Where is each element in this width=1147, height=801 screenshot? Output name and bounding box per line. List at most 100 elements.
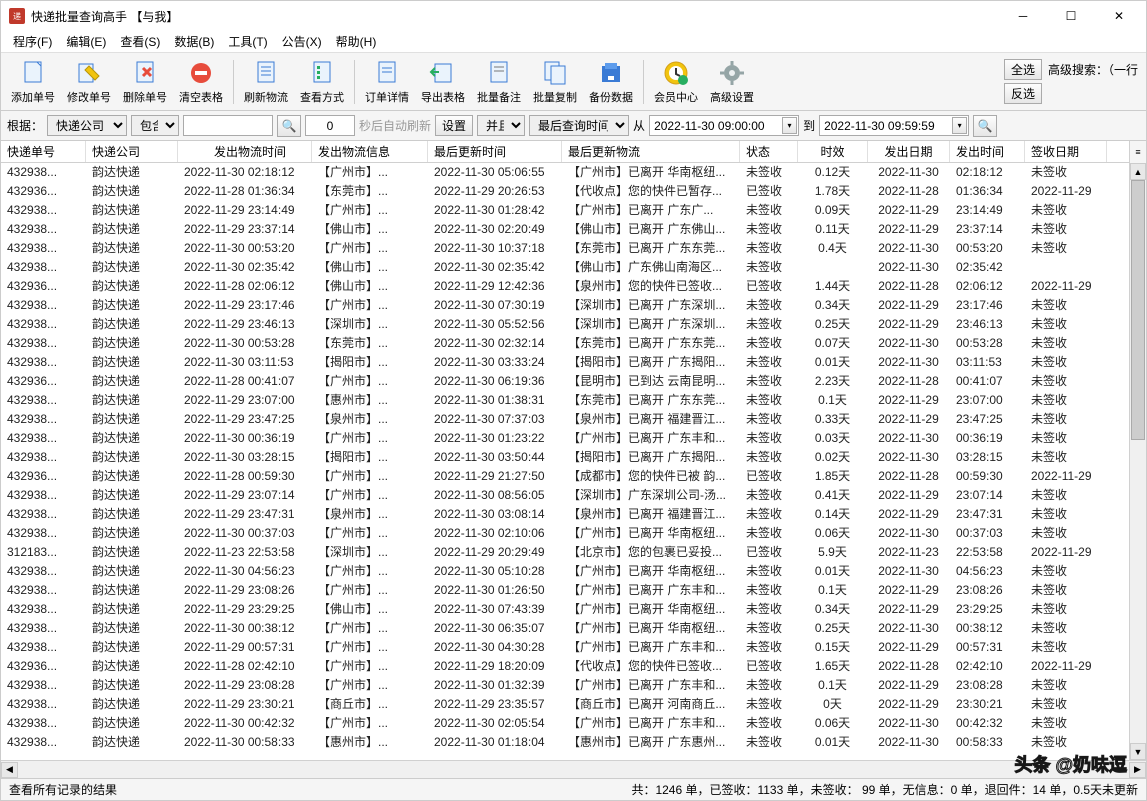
table-row[interactable]: 432936...韵达快递2022-11-28 02:06:12【佛山市】...… [1,277,1146,296]
table-row[interactable]: 432938...韵达快递2022-11-30 02:18:12【广州市】...… [1,163,1146,182]
column-header[interactable]: 快递公司 [86,141,178,162]
cell: 2022-11-30 05:10:28 [428,562,562,581]
table-row[interactable]: 432938...韵达快递2022-11-30 04:56:23【广州市】...… [1,562,1146,581]
cell: 02:42:10 [950,657,1025,676]
clear-button[interactable]: 清空表格 [173,56,229,108]
edit-button[interactable]: 修改单号 [61,56,117,108]
column-header[interactable]: 快递单号 [1,141,86,162]
scroll-right-icon[interactable]: ▶ [1129,762,1146,778]
match-combo[interactable]: 包含 [131,115,179,136]
search-input[interactable] [183,115,273,136]
from-date-input[interactable] [649,115,799,136]
cell: 未签收 [740,581,798,600]
cell: 2022-11-30 10:37:18 [428,239,562,258]
vip-button[interactable]: 会员中心 [648,56,704,108]
minimize-button[interactable]: ─ [1000,2,1046,30]
table-row[interactable]: 432938...韵达快递2022-11-30 00:42:32【广州市】...… [1,714,1146,733]
add-button[interactable]: 添加单号 [5,56,61,108]
menu-item[interactable]: 帮助(H) [330,32,383,51]
vertical-scrollbar[interactable]: ▲ ▼ [1129,163,1146,760]
table-row[interactable]: 432938...韵达快递2022-11-30 00:53:20【广州市】...… [1,239,1146,258]
table-row[interactable]: 432938...韵达快递2022-11-30 03:11:53【揭阳市】...… [1,353,1146,372]
table-row[interactable]: 432938...韵达快递2022-11-29 23:07:00【惠州市】...… [1,391,1146,410]
close-button[interactable]: ✕ [1096,2,1142,30]
settings-button[interactable]: 设置 [435,115,473,136]
to-date-input[interactable] [819,115,969,136]
chevron-down-icon[interactable]: ▾ [782,117,797,134]
refresh-button[interactable]: 刷新物流 [238,56,294,108]
and-combo[interactable]: 并且 [477,115,525,136]
cell: 韵达快递 [86,505,178,524]
scroll-left-icon[interactable]: ◀ [1,762,18,778]
filter-search-button[interactable]: 🔍 [973,115,997,137]
table-row[interactable]: 432936...韵达快递2022-11-28 00:41:07【广州市】...… [1,372,1146,391]
cell: 【广州市】已离开 华南枢纽... [562,524,740,543]
horizontal-scrollbar[interactable]: ◀ ▶ [1,760,1146,778]
table-row[interactable]: 432938...韵达快递2022-11-29 23:08:26【广州市】...… [1,581,1146,600]
table-row[interactable]: 432938...韵达快递2022-11-29 23:37:14【佛山市】...… [1,220,1146,239]
table-row[interactable]: 432936...韵达快递2022-11-28 02:42:10【广州市】...… [1,657,1146,676]
batchcopy-button[interactable]: 批量复制 [527,56,583,108]
cell: 韵达快递 [86,410,178,429]
menu-item[interactable]: 程序(F) [7,32,58,51]
invert-selection-button[interactable]: 反选 [1004,83,1042,104]
delete-button[interactable]: 删除单号 [117,56,173,108]
column-picker-icon[interactable]: ≡ [1129,141,1146,163]
menu-item[interactable]: 编辑(E) [60,32,112,51]
column-header[interactable]: 最后更新时间 [428,141,562,162]
table-row[interactable]: 432938...韵达快递2022-11-30 02:35:42【佛山市】...… [1,258,1146,277]
table-row[interactable]: 432938...韵达快递2022-11-29 23:07:14【广州市】...… [1,486,1146,505]
menu-item[interactable]: 公告(X) [276,32,328,51]
backup-button[interactable]: 备份数据 [583,56,639,108]
table-row[interactable]: 432938...韵达快递2022-11-29 23:46:13【深圳市】...… [1,315,1146,334]
cell: 2022-11-29 [868,315,950,334]
column-header[interactable]: 发出时间 [950,141,1025,162]
scroll-thumb[interactable] [1131,180,1145,440]
root-combo[interactable]: 快递公司 [47,115,127,136]
cell: 2022-11-30 [868,619,950,638]
table-row[interactable]: 432938...韵达快递2022-11-29 00:57:31【广州市】...… [1,638,1146,657]
column-header[interactable]: 发出日期 [868,141,950,162]
table-row[interactable]: 432938...韵达快递2022-11-29 23:30:21【商丘市】...… [1,695,1146,714]
menu-item[interactable]: 查看(S) [114,32,166,51]
table-row[interactable]: 432936...韵达快递2022-11-28 01:36:34【东莞市】...… [1,182,1146,201]
table-row[interactable]: 432938...韵达快递2022-11-29 23:14:49【广州市】...… [1,201,1146,220]
table-row[interactable]: 432938...韵达快递2022-11-29 23:47:25【泉州市】...… [1,410,1146,429]
menu-item[interactable]: 工具(T) [222,32,273,51]
table-row[interactable]: 432938...韵达快递2022-11-29 23:29:25【佛山市】...… [1,600,1146,619]
advset-button[interactable]: 高级设置 [704,56,760,108]
table-row[interactable]: 432938...韵达快递2022-11-29 23:08:28【广州市】...… [1,676,1146,695]
column-header[interactable]: 发出物流信息 [312,141,428,162]
cell: 未签收 [1025,562,1107,581]
table-row[interactable]: 432938...韵达快递2022-11-30 03:28:15【揭阳市】...… [1,448,1146,467]
table-row[interactable]: 312183...韵达快递2022-11-23 22:53:58【深圳市】...… [1,543,1146,562]
scroll-down-icon[interactable]: ▼ [1130,743,1146,760]
counter-input[interactable] [305,115,355,136]
export-button[interactable]: 导出表格 [415,56,471,108]
tool-label: 导出表格 [421,89,465,105]
column-header[interactable]: 状态 [740,141,798,162]
chevron-down-icon[interactable]: ▾ [952,117,967,134]
search-button[interactable]: 🔍 [277,115,301,137]
menu-item[interactable]: 数据(B) [168,32,220,51]
detail-button[interactable]: 订单详情 [359,56,415,108]
viewmode-button[interactable]: 查看方式 [294,56,350,108]
table-row[interactable]: 432938...韵达快递2022-11-30 00:36:19【广州市】...… [1,429,1146,448]
column-header[interactable]: 时效 [798,141,868,162]
table-row[interactable]: 432936...韵达快递2022-11-28 00:59:30【广州市】...… [1,467,1146,486]
timefield-combo[interactable]: 最后查询时间 [529,115,629,136]
column-header[interactable]: 签收日期 [1025,141,1107,162]
table-row[interactable]: 432938...韵达快递2022-11-30 00:37:03【广州市】...… [1,524,1146,543]
column-header[interactable]: 发出物流时间 [178,141,312,162]
table-row[interactable]: 432938...韵达快递2022-11-30 00:38:12【广州市】...… [1,619,1146,638]
maximize-button[interactable]: ☐ [1048,2,1094,30]
cell: 2022-11-28 02:06:12 [178,277,312,296]
table-row[interactable]: 432938...韵达快递2022-11-30 00:58:33【惠州市】...… [1,733,1146,752]
column-header[interactable]: 最后更新物流 [562,141,740,162]
batchnote-button[interactable]: 批量备注 [471,56,527,108]
table-row[interactable]: 432938...韵达快递2022-11-29 23:17:46【广州市】...… [1,296,1146,315]
select-all-button[interactable]: 全选 [1004,59,1042,80]
table-row[interactable]: 432938...韵达快递2022-11-30 00:53:28【东莞市】...… [1,334,1146,353]
table-row[interactable]: 432938...韵达快递2022-11-29 23:47:31【泉州市】...… [1,505,1146,524]
scroll-up-icon[interactable]: ▲ [1130,163,1146,180]
